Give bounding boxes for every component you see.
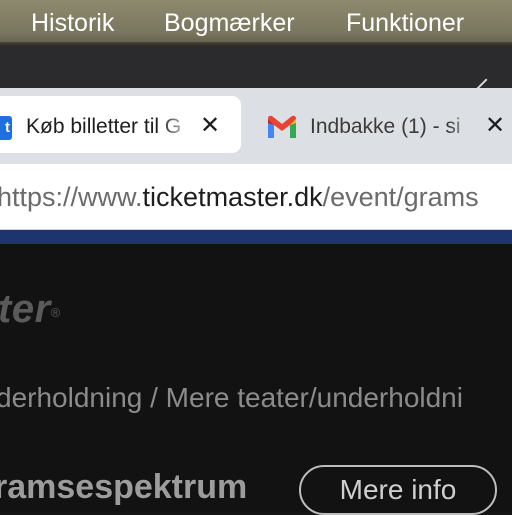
url-prefix: https://www. bbox=[0, 182, 143, 212]
logo-text: ter bbox=[0, 287, 51, 331]
close-tab-icon[interactable]: ✕ bbox=[482, 111, 508, 141]
site-header-bar bbox=[0, 230, 512, 244]
url-path: /event/grams bbox=[322, 182, 479, 212]
menu-funktioner[interactable]: Funktioner bbox=[346, 8, 464, 38]
breadcrumb[interactable]: derholdning / Mere teater/underholdni bbox=[0, 378, 463, 418]
gmail-icon bbox=[268, 115, 296, 138]
url-text[interactable]: https://www.ticketmaster.dk/event/grams bbox=[0, 179, 479, 215]
site-logo[interactable]: ter® bbox=[0, 284, 61, 334]
more-info-button[interactable]: Mere info bbox=[299, 465, 497, 515]
close-tab-icon[interactable]: ✕ bbox=[197, 111, 223, 141]
menu-historik[interactable]: Historik bbox=[31, 8, 114, 38]
tab-title-ticketmaster: Køb billetter til G bbox=[26, 115, 182, 138]
menu-bogmaerker[interactable]: Bogmærker bbox=[164, 8, 295, 38]
url-domain: ticketmaster.dk bbox=[142, 182, 323, 212]
registered-mark: ® bbox=[50, 305, 61, 320]
tab-title-gmail[interactable]: Indbakke (1) - si bbox=[310, 112, 478, 142]
event-title: ramsespektrum bbox=[0, 468, 248, 506]
menu-bar: Historik Bogmærker Funktioner bbox=[0, 0, 512, 46]
ticketmaster-icon: t bbox=[0, 116, 12, 140]
